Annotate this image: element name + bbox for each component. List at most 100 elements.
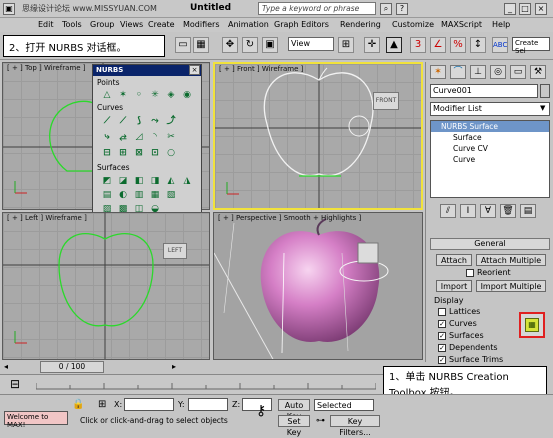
scale-icon[interactable]: ▣ <box>262 37 278 53</box>
stack-item-curve[interactable]: Curve <box>431 154 549 165</box>
pin-stack-icon[interactable]: ⫽ <box>440 204 456 218</box>
modifier-list-dropdown[interactable]: Modifier List <box>430 102 550 116</box>
viewport-perspective[interactable]: [ + ] Perspective ] Smooth + Highlights … <box>213 212 423 360</box>
menu-edit[interactable]: Edit <box>38 20 54 29</box>
remove-modifier-icon[interactable]: 🗑 <box>500 204 516 218</box>
app-icon[interactable]: ▣ <box>3 3 15 15</box>
fit-curve-icon[interactable]: ⟆ <box>133 115 145 127</box>
menu-group[interactable]: Group <box>90 20 114 29</box>
u-loft-icon[interactable]: ▧ <box>165 189 177 201</box>
named-selection-field[interactable]: Create Sel <box>512 37 550 55</box>
attach-multiple-button[interactable]: Attach Multiple <box>476 254 546 266</box>
menu-help[interactable]: Help <box>492 20 510 29</box>
motion-tab-icon[interactable]: ◎ <box>490 65 506 79</box>
viewport-left[interactable]: LEFT [ + ] Left ] Wireframe ] <box>2 212 210 360</box>
window-crossing-icon[interactable]: ▦ <box>193 37 209 53</box>
curve-curve-point-icon[interactable]: ✳ <box>149 89 161 101</box>
make-unique-icon[interactable]: ∀ <box>480 204 496 218</box>
track-bar[interactable]: ⊟ <box>0 374 425 394</box>
reference-coordinate-select[interactable]: View <box>288 37 334 51</box>
viewport-label-front[interactable]: [ + ] Front ] Wireframe ] <box>219 65 303 73</box>
blend-curve-icon[interactable]: ⤴ <box>165 115 177 127</box>
maxscript-listener[interactable]: Welcome to MAX! <box>4 411 68 429</box>
viewcube-left[interactable]: LEFT <box>163 243 187 259</box>
stack-item-curve-cv[interactable]: Curve CV <box>431 143 549 154</box>
viewcube-front[interactable]: FRONT <box>373 92 399 110</box>
maximize-button[interactable]: □ <box>519 3 531 15</box>
track-view-icon[interactable]: ⊟ <box>10 377 20 391</box>
point-surface-icon[interactable]: ◪ <box>117 175 129 187</box>
move-icon[interactable]: ✥ <box>222 37 238 53</box>
auto-key-button[interactable]: Auto Key <box>278 399 310 421</box>
search-icon[interactable]: ⌕ <box>380 3 392 15</box>
spinner-snap-icon[interactable]: ↕ <box>470 37 486 53</box>
key-mode-dropdown[interactable]: Selected <box>314 399 374 411</box>
key-icon[interactable]: ⚷ <box>256 403 266 419</box>
utilities-tab-icon[interactable]: ⚒ <box>530 65 546 79</box>
select-manipulate-icon[interactable]: ✛ <box>364 37 380 53</box>
cv-on-surface-icon[interactable]: ○ <box>165 147 177 159</box>
point-icon[interactable]: △ <box>101 89 113 101</box>
stack-item-surface[interactable]: Surface <box>431 132 549 143</box>
cv-curve-icon[interactable]: ⟋ <box>101 115 113 127</box>
offset-curve-icon[interactable]: ⤷ <box>101 131 113 143</box>
import-button[interactable]: Import <box>436 280 472 292</box>
menu-animation[interactable]: Animation <box>228 20 269 29</box>
search-input[interactable]: Type a keyword or phrase <box>258 2 376 15</box>
menu-create[interactable]: Create <box>148 20 175 29</box>
general-rollout-header[interactable]: General <box>430 238 550 250</box>
abc-icon[interactable]: ABC <box>492 37 508 53</box>
create-tab-icon[interactable]: ✶ <box>430 65 446 79</box>
menu-customize[interactable]: Customize <box>392 20 434 29</box>
menu-modifiers[interactable]: Modifiers <box>183 20 220 29</box>
set-key-button[interactable]: Set Key <box>278 415 310 437</box>
lathe-surface-icon[interactable]: ◐ <box>117 189 129 201</box>
mirror-surface-icon[interactable]: ◮ <box>181 175 193 187</box>
menu-views[interactable]: Views <box>120 20 143 29</box>
viewport-label-top[interactable]: [ + ] Top ] Wireframe ] <box>7 64 85 72</box>
blend-surface-icon[interactable]: ◨ <box>149 175 161 187</box>
show-end-result-icon[interactable]: I <box>460 204 476 218</box>
key-filters-button[interactable]: Key Filters... <box>330 415 380 437</box>
modifier-stack[interactable]: NURBS Surface Surface Curve CV Curve <box>430 120 550 198</box>
menu-rendering[interactable]: Rendering <box>340 20 381 29</box>
viewport-label-left[interactable]: [ + ] Left ] Wireframe ] <box>7 214 87 222</box>
attach-button[interactable]: Attach <box>436 254 472 266</box>
snap-3d-icon[interactable]: 3 <box>410 37 426 53</box>
mirror-curve-icon[interactable]: ⥄ <box>117 131 129 143</box>
transform-curve-icon[interactable]: ⤳ <box>149 115 161 127</box>
chamfer-curve-icon[interactable]: ◿ <box>133 131 145 143</box>
help-icon[interactable]: ? <box>396 3 408 15</box>
lock-selection-icon[interactable]: 🔒 <box>72 399 84 410</box>
surface-curve-point-icon[interactable]: ◉ <box>181 89 193 101</box>
menu-maxscript[interactable]: MAXScript <box>441 20 482 29</box>
set-key-filter-icon[interactable]: ⊶ <box>316 416 325 426</box>
lattices-checkbox[interactable]: Lattices <box>438 306 480 318</box>
prev-frame-icon[interactable]: ◂ <box>4 362 16 372</box>
cap-surface-icon[interactable]: ▦ <box>149 189 161 201</box>
normal-projected-icon[interactable]: ⊠ <box>133 147 145 159</box>
import-multiple-button[interactable]: Import Multiple <box>476 280 546 292</box>
modify-tab-icon[interactable]: ⌒ <box>450 65 466 79</box>
absolute-mode-icon[interactable]: ⊞ <box>98 399 106 410</box>
close-button[interactable]: × <box>535 3 547 15</box>
angle-snap-icon[interactable]: ∠ <box>430 37 446 53</box>
keyboard-shortcut-icon[interactable]: ▲ <box>386 37 402 53</box>
hierarchy-tab-icon[interactable]: ⊥ <box>470 65 486 79</box>
curves-checkbox[interactable]: ✓ Curves <box>438 318 477 330</box>
time-slider[interactable]: 0 / 100 <box>40 361 104 373</box>
v-iso-curve-icon[interactable]: ⊞ <box>117 147 129 159</box>
nurbs-creation-toolbox-button[interactable]: ▦ <box>519 312 545 338</box>
point-curve-icon[interactable]: ⟋ <box>117 115 129 127</box>
surf-point-icon[interactable]: ◈ <box>165 89 177 101</box>
minimize-button[interactable]: _ <box>504 3 516 15</box>
dependents-checkbox[interactable]: ✓ Dependents <box>438 342 498 354</box>
menu-graph-editors[interactable]: Graph Editors <box>274 20 329 29</box>
surf-surf-intersect-icon[interactable]: ✂ <box>165 131 177 143</box>
u-iso-curve-icon[interactable]: ⊟ <box>101 147 113 159</box>
offset-point-icon[interactable]: ✶ <box>117 89 129 101</box>
transform-surface-icon[interactable]: ◧ <box>133 175 145 187</box>
menu-tools[interactable]: Tools <box>62 20 82 29</box>
stack-item-nurbs-surface[interactable]: NURBS Surface <box>431 121 549 132</box>
reorient-option[interactable]: Reorient <box>466 267 511 279</box>
